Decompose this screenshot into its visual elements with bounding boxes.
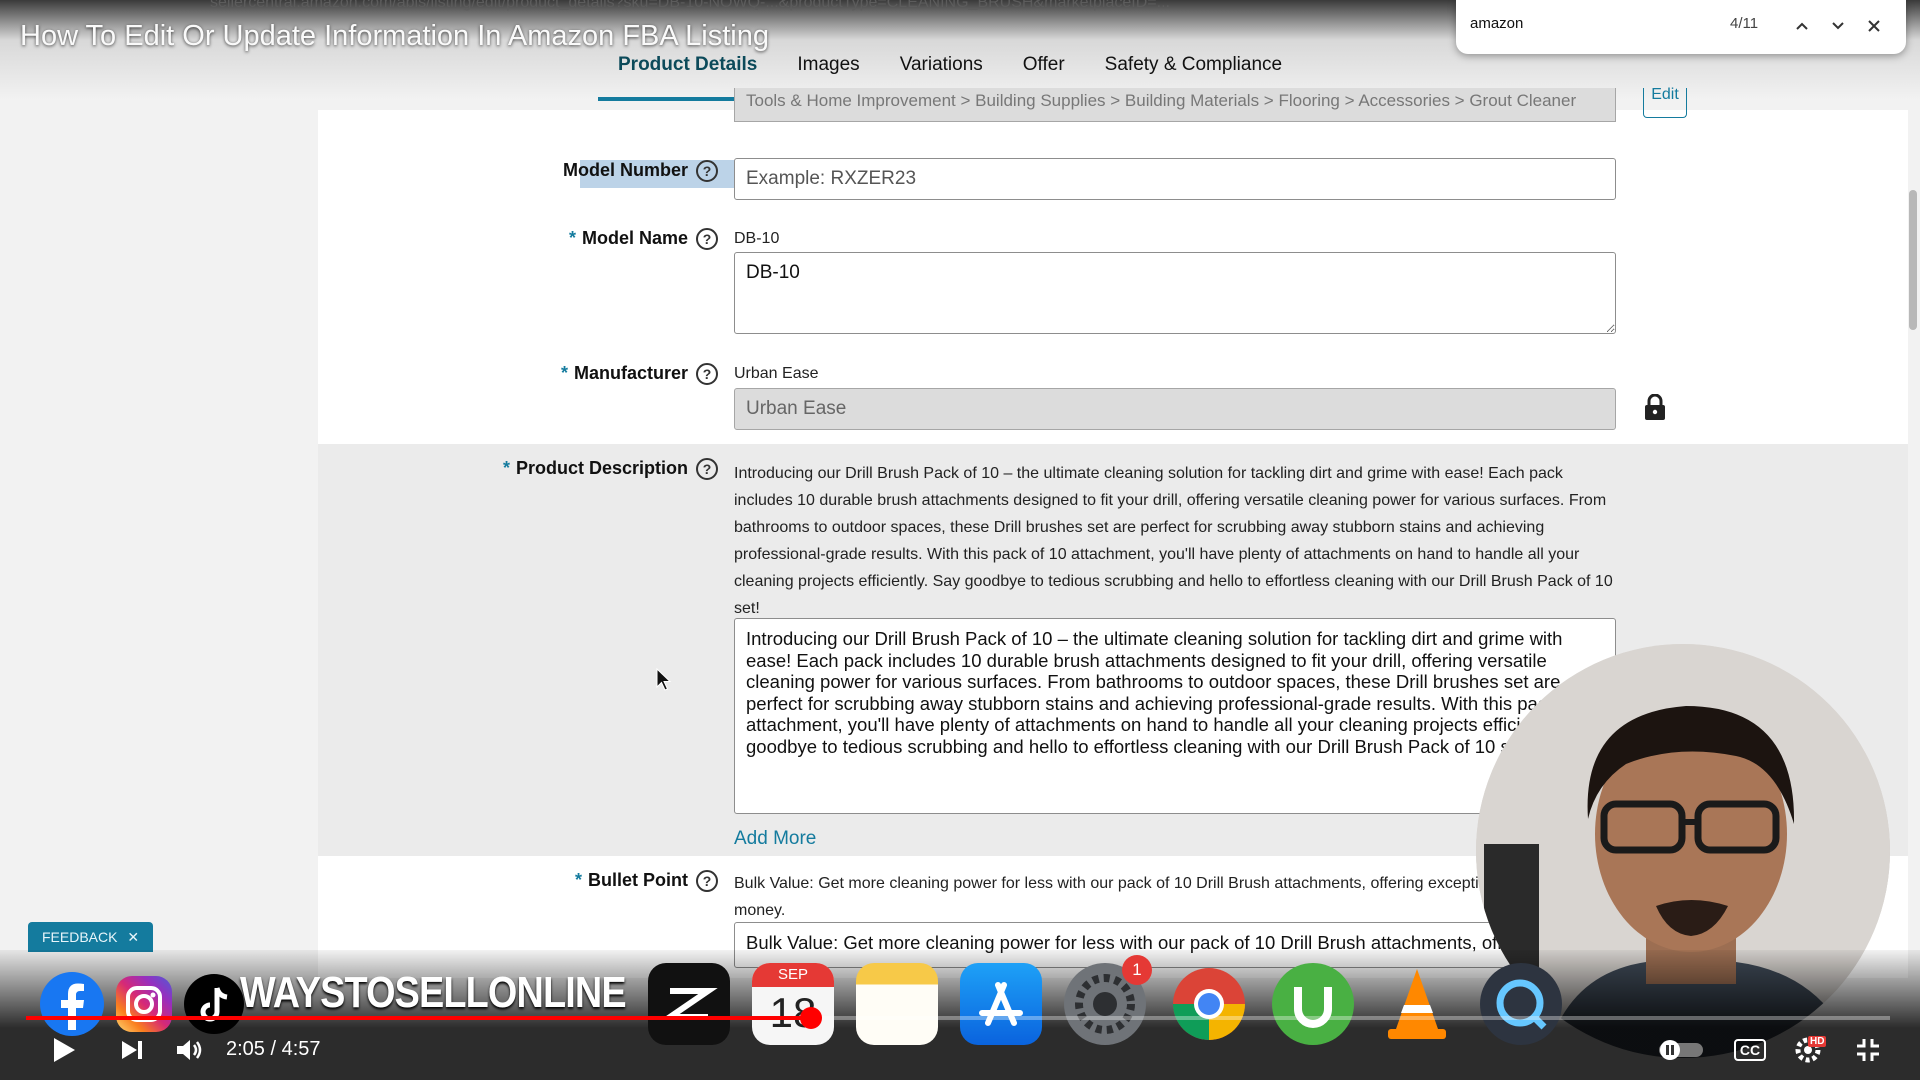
feedback-close-icon[interactable]: ✕ (127, 929, 139, 945)
model-name-current-value: DB-10 (734, 230, 780, 247)
manufacturer-current-value: Urban Ease (734, 365, 819, 382)
exit-fullscreen-button[interactable] (1848, 1030, 1888, 1070)
video-time-display: 2:05 / 4:57 (226, 1038, 321, 1060)
channel-brand-text: WAYSTOSELLONLINE (240, 968, 627, 1017)
address-bar-url[interactable]: sellercentral.amazon.com/abis/listing/ed… (210, 0, 1170, 12)
manufacturer-label: * Manufacturer (561, 363, 688, 384)
product-description-label-text: Product Description (515, 458, 688, 478)
required-marker: * (574, 870, 582, 890)
find-input[interactable] (1470, 15, 1720, 32)
manufacturer-help-icon[interactable]: ? (696, 363, 718, 385)
model-number-help-icon[interactable]: ? (696, 160, 718, 182)
required-marker: * (568, 228, 576, 248)
volume-button[interactable] (170, 1030, 210, 1070)
find-previous-button[interactable] (1788, 12, 1816, 40)
chevron-up-icon (1796, 22, 1808, 30)
category-edit-button[interactable]: Edit (1643, 87, 1687, 118)
product-description-textarea[interactable]: Introducing our Drill Brush Pack of 10 –… (734, 618, 1616, 814)
exit-fullscreen-icon (1857, 1039, 1879, 1061)
instagram-icon[interactable] (116, 976, 172, 1032)
model-name-textarea[interactable]: DB-10 (734, 252, 1616, 334)
feedback-tab[interactable]: FEEDBACK ✕ (28, 922, 154, 952)
video-progress-scrubber[interactable] (799, 1007, 822, 1029)
product-description-current-value: Introducing our Drill Brush Pack of 10 –… (734, 465, 1613, 617)
chevron-down-icon (1832, 22, 1844, 30)
manufacturer-input (734, 388, 1616, 430)
video-title: How To Edit Or Update Information In Ama… (20, 20, 770, 52)
page-scrollbar[interactable] (1906, 190, 1920, 330)
play-button[interactable] (44, 1030, 84, 1070)
next-button[interactable] (112, 1030, 152, 1070)
scrollbar-thumb[interactable] (1909, 190, 1917, 330)
find-next-button[interactable] (1824, 12, 1852, 40)
model-number-input[interactable] (734, 158, 1616, 200)
model-name-help-icon[interactable]: ? (696, 228, 718, 250)
feedback-label: FEEDBACK (42, 929, 118, 945)
facebook-icon[interactable] (40, 972, 104, 1036)
calendar-month: SEP (752, 963, 834, 987)
product-description-label: * Product Description (503, 458, 688, 479)
settings-button[interactable]: HD (1786, 1030, 1830, 1070)
notification-badge: 1 (1122, 955, 1152, 985)
close-icon (1868, 20, 1880, 32)
bullet-point-label: * Bullet Point (575, 870, 688, 891)
facebook-logo (61, 983, 84, 1030)
mouse-pointer-icon (656, 668, 672, 691)
tiktok-icon[interactable] (184, 974, 244, 1034)
required-marker: * (560, 363, 568, 383)
model-number-label: Model Number (563, 160, 688, 181)
tiktok-logo (200, 987, 228, 1022)
video-progress-fill (26, 1016, 811, 1020)
model-name-label-text: Model Name (581, 228, 688, 248)
product-description-help-icon[interactable]: ? (696, 458, 718, 480)
category-path-field: Tools & Home Improvement > Building Supp… (734, 88, 1616, 122)
skip-next-icon (122, 1041, 142, 1059)
required-marker: * (502, 458, 510, 478)
instagram-logo (126, 986, 162, 1022)
bullet-point-label-text: Bullet Point (588, 870, 688, 890)
captions-button[interactable]: CC (1730, 1030, 1770, 1070)
model-name-label: * Model Name (569, 228, 688, 249)
bullet-point-help-icon[interactable]: ? (696, 870, 718, 892)
cc-icon: CC (1733, 1039, 1767, 1061)
find-match-count: 4/11 (1730, 15, 1759, 32)
find-in-page-bar: 4/11 (1456, 0, 1906, 54)
model-number-label-text: Model Number (562, 160, 688, 180)
autoplay-toggle[interactable] (1654, 1030, 1708, 1070)
add-more-link[interactable]: Add More (734, 828, 816, 850)
manufacturer-label-text: Manufacturer (573, 363, 688, 383)
autoplay-toggle-icon (1659, 1040, 1703, 1060)
find-close-button[interactable] (1860, 12, 1888, 40)
volume-icon (177, 1040, 202, 1060)
play-icon (54, 1038, 75, 1062)
hd-badge: HD (1808, 1036, 1827, 1047)
lock-icon (1645, 394, 1665, 420)
